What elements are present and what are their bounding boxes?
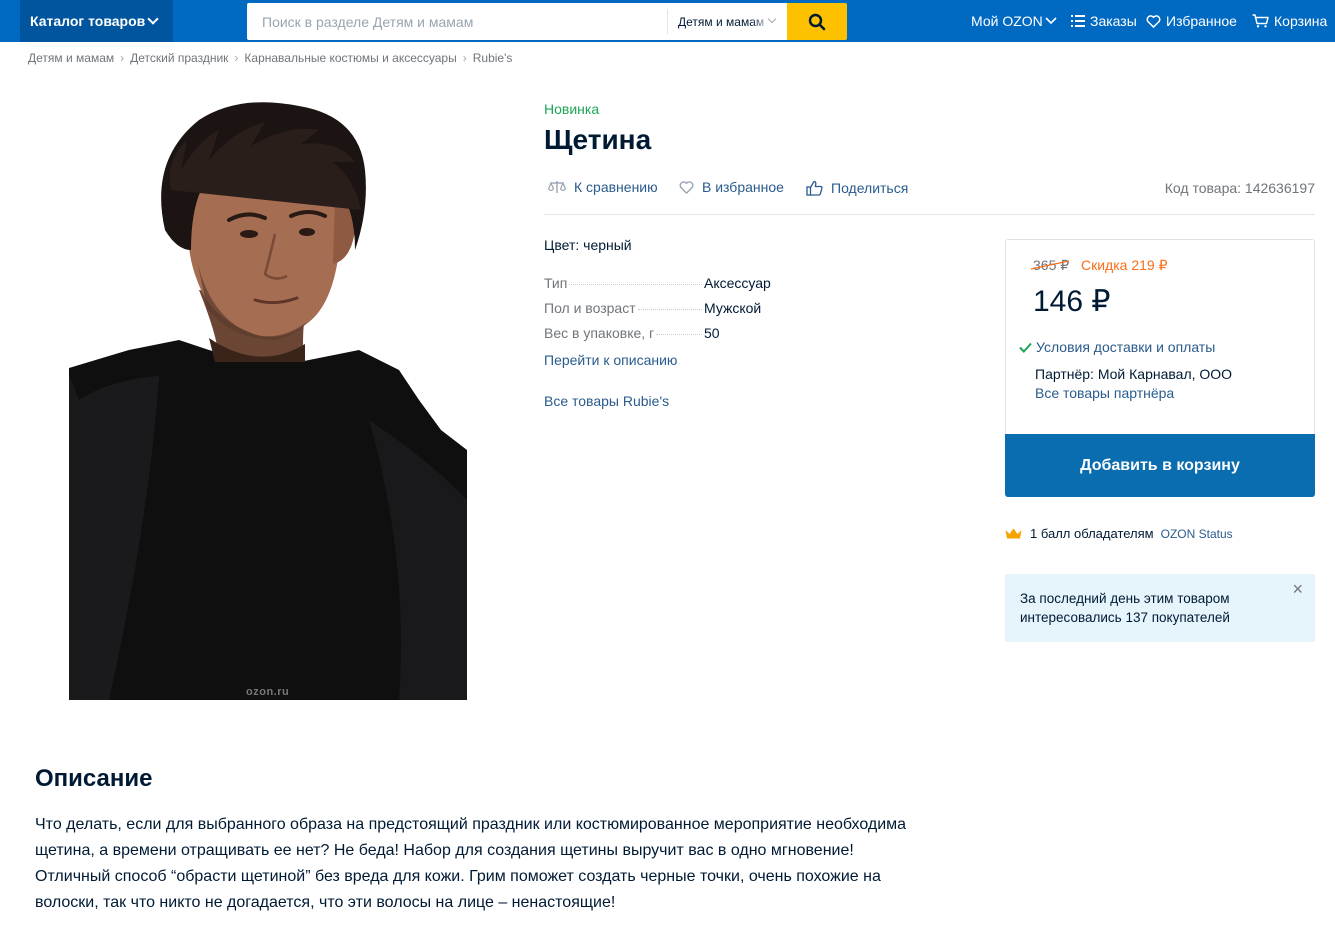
- thumbs-up-icon: [806, 180, 823, 196]
- breadcrumb: Детям и мамам › Детский праздник › Карна…: [28, 51, 512, 65]
- strike-line: [1031, 260, 1070, 270]
- nav-orders[interactable]: Заказы: [1071, 0, 1137, 42]
- spec-name: Тип: [544, 275, 568, 291]
- catalog-label: Каталог товаров: [30, 13, 146, 29]
- spec-row: Тип Аксессуар: [544, 275, 774, 291]
- spec-row: Вес в упаковке, г 50: [544, 325, 774, 341]
- search-icon: [808, 13, 826, 30]
- nav-favorites-label: Избранное: [1166, 13, 1237, 29]
- image-watermark: ozon.ru: [246, 686, 290, 698]
- breadcrumb-item[interactable]: Rubie's: [473, 51, 513, 65]
- nav-favorites[interactable]: Избранное: [1146, 0, 1237, 42]
- search-box: Детям и мамам: [247, 3, 787, 40]
- nav-orders-label: Заказы: [1090, 13, 1137, 29]
- spec-dots: [569, 284, 702, 285]
- favorite-label: В избранное: [702, 179, 784, 195]
- price: 146 ₽: [1033, 285, 1111, 318]
- partner-name: Партнёр: Мой Карнавал, ООО: [1035, 366, 1233, 382]
- nav-my-ozon[interactable]: Мой OZON: [971, 0, 1057, 42]
- breadcrumb-separator: ›: [462, 51, 467, 65]
- heart-icon: [679, 180, 694, 194]
- divider: [544, 214, 1315, 215]
- compare-label: К сравнению: [574, 179, 658, 195]
- partner-products-link[interactable]: Все товары партнёра: [1035, 385, 1174, 401]
- catalog-button[interactable]: Каталог товаров: [20, 0, 173, 42]
- add-to-cart-button[interactable]: Добавить в корзину: [1005, 434, 1315, 497]
- delivery-terms-label: Условия доставки и оплаты: [1036, 339, 1216, 355]
- spec-name: Пол и возраст: [544, 300, 636, 316]
- spec-name: Вес в упаковке, г: [544, 325, 655, 341]
- search-input[interactable]: [247, 3, 667, 40]
- description-text: Что делать, если для выбранного образа н…: [35, 816, 907, 911]
- status-points: 1 балл обладателям OZON Status: [1005, 526, 1233, 541]
- buy-box: 365 ₽ Скидка 219 ₽ 146 ₽ Условия доставк…: [1005, 239, 1315, 497]
- description-title: Описание: [35, 765, 153, 792]
- chevron-down-icon: [147, 13, 159, 25]
- product-image[interactable]: [69, 100, 467, 700]
- popularity-notice: За последний день этим товаром интересов…: [1005, 574, 1315, 642]
- nav-cart-label: Корзина: [1274, 13, 1328, 29]
- breadcrumb-separator: ›: [120, 51, 125, 65]
- breadcrumb-item[interactable]: Детям и мамам: [28, 51, 114, 65]
- points-text: 1 балл обладателям: [1030, 526, 1154, 541]
- go-to-description-link[interactable]: Перейти к описанию: [544, 352, 677, 368]
- spec-value: 50: [704, 325, 720, 341]
- spec-row: Пол и возраст Мужской: [544, 300, 774, 316]
- heart-icon: [1146, 14, 1161, 28]
- check-icon: [1019, 342, 1032, 353]
- spec-dots: [637, 309, 702, 310]
- cart-icon: [1252, 14, 1269, 28]
- top-header: Каталог товаров Детям и мамам Мой OZON З…: [0, 0, 1335, 42]
- product-title: Щетина: [544, 124, 652, 155]
- list-icon: [1071, 15, 1085, 27]
- share-label: Поделиться: [831, 180, 909, 196]
- brand-products-link[interactable]: Все товары Rubie's: [544, 393, 669, 409]
- fade-overlay: [751, 9, 787, 34]
- notice-text: За последний день этим товаром интересов…: [1020, 591, 1230, 625]
- breadcrumb-item[interactable]: Карнавальные костюмы и аксессуары: [244, 51, 456, 65]
- scales-icon: [548, 181, 566, 193]
- nav-my-ozon-label: Мой OZON: [971, 13, 1043, 29]
- old-price: 365 ₽: [1031, 257, 1070, 274]
- crown-icon: [1005, 528, 1022, 539]
- add-to-favorites-button[interactable]: В избранное: [679, 179, 784, 195]
- search-button[interactable]: [787, 3, 847, 40]
- new-badge: Новинка: [544, 101, 600, 117]
- delivery-terms-link[interactable]: Условия доставки и оплаты: [1019, 339, 1215, 355]
- spec-dots: [656, 334, 702, 335]
- compare-button[interactable]: К сравнению: [548, 179, 658, 195]
- close-icon[interactable]: ×: [1292, 580, 1303, 598]
- spec-value: Аксессуар: [704, 275, 771, 291]
- product-sku: Код товара: 142636197: [1164, 180, 1315, 196]
- product-color: Цвет: черный: [544, 237, 632, 253]
- breadcrumb-separator: ›: [234, 51, 239, 65]
- share-button[interactable]: Поделиться: [806, 180, 908, 196]
- chevron-down-icon: [1045, 17, 1057, 25]
- breadcrumb-item[interactable]: Детский праздник: [130, 51, 228, 65]
- spec-value: Мужской: [704, 300, 762, 316]
- discount-label: Скидка 219 ₽: [1081, 257, 1168, 273]
- nav-cart[interactable]: Корзина: [1252, 0, 1327, 42]
- ozon-status-link[interactable]: OZON Status: [1161, 527, 1233, 541]
- search-category-select[interactable]: Детям и мамам: [667, 9, 787, 34]
